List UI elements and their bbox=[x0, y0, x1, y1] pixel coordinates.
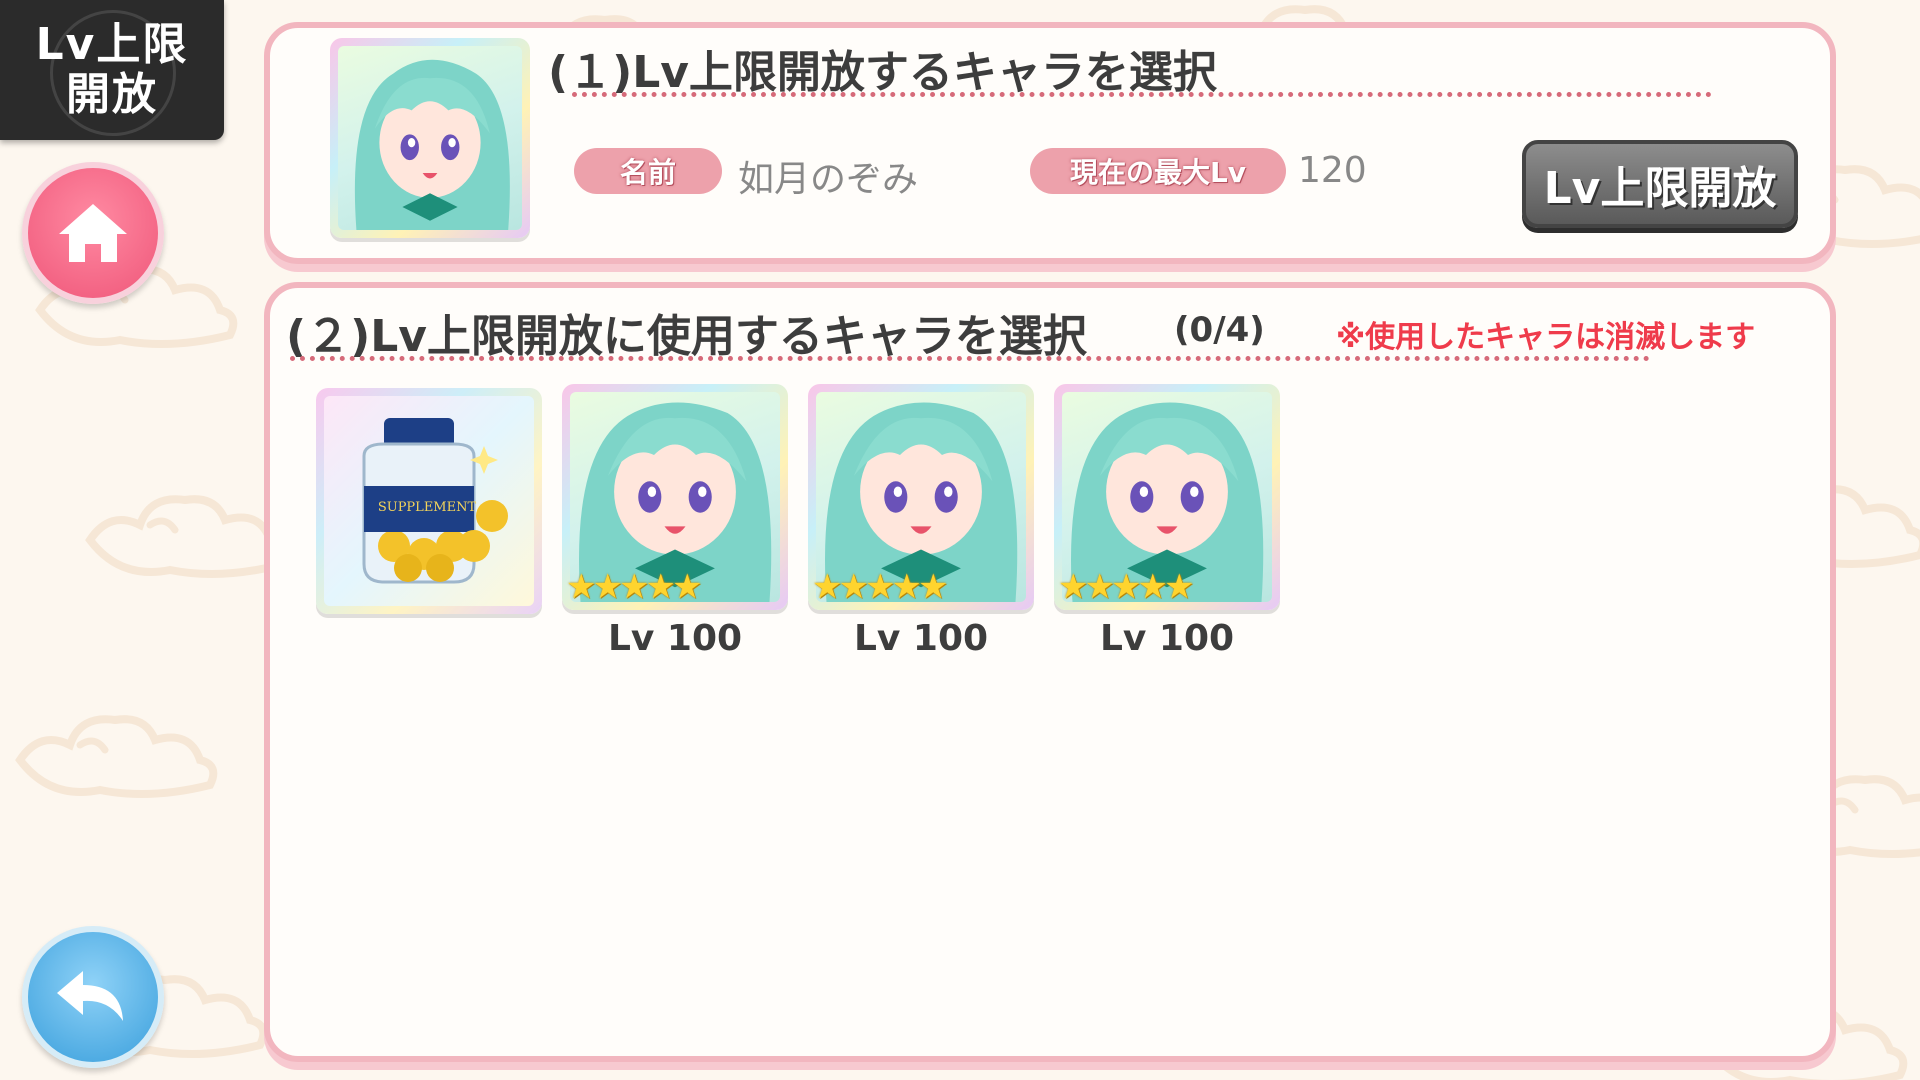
material-character-panel: (２)Lv上限開放に使用するキャラを選択 (0/4) ※使用したキャラは消滅しま… bbox=[264, 282, 1836, 1062]
section-2-title: (２)Lv上限開放に使用するキャラを選択 bbox=[286, 311, 1087, 362]
character-level: Lv 100 bbox=[1099, 618, 1235, 659]
badge-line-2: 開放 bbox=[66, 69, 158, 120]
rarity-stars: ★ ★ ★ ★ ★ bbox=[1058, 567, 1195, 607]
section-1-divider bbox=[572, 92, 1712, 97]
material-slot-1[interactable]: SUPPLEMENT bbox=[316, 388, 542, 614]
max-level-label: 現在の最大Lv bbox=[1030, 148, 1286, 194]
home-button[interactable] bbox=[22, 162, 164, 304]
back-button[interactable] bbox=[22, 926, 164, 1068]
material-slot-3[interactable]: ★ ★ ★ ★ ★ bbox=[808, 384, 1034, 610]
screen-title-badge: Lv上限 開放 bbox=[0, 0, 224, 140]
back-arrow-icon bbox=[57, 971, 123, 1021]
section-2-divider bbox=[290, 356, 1650, 361]
rarity-stars: ★ ★ ★ ★ ★ bbox=[812, 567, 949, 607]
consumption-warning: ※使用したキャラは消滅します bbox=[1336, 320, 1756, 355]
home-icon bbox=[59, 204, 127, 262]
selected-count: (0/4) bbox=[1174, 310, 1265, 350]
character-level: Lv 100 bbox=[853, 618, 989, 659]
supplement-item: SUPPLEMENT bbox=[324, 396, 534, 606]
material-slot-2[interactable]: ★ ★ ★ ★ ★ bbox=[562, 384, 788, 610]
max-level-value: 120 bbox=[1298, 150, 1367, 191]
character-level: Lv 100 bbox=[607, 618, 743, 659]
section-1-title: (１)Lv上限開放するキャラを選択 bbox=[548, 47, 1217, 98]
name-label: 名前 bbox=[574, 148, 722, 194]
badge-line-1: Lv上限 bbox=[35, 19, 189, 70]
level-cap-unlock-button[interactable]: Lv上限開放 bbox=[1522, 140, 1798, 228]
material-slot-4[interactable]: ★ ★ ★ ★ ★ bbox=[1054, 384, 1280, 610]
rarity-stars: ★ ★ ★ ★ ★ bbox=[566, 567, 703, 607]
character-portrait bbox=[338, 46, 522, 230]
character-face-icon bbox=[354, 59, 510, 230]
character-name-value: 如月のぞみ bbox=[738, 159, 919, 200]
target-character-card[interactable] bbox=[330, 38, 530, 238]
supplement-label: SUPPLEMENT bbox=[377, 500, 477, 515]
